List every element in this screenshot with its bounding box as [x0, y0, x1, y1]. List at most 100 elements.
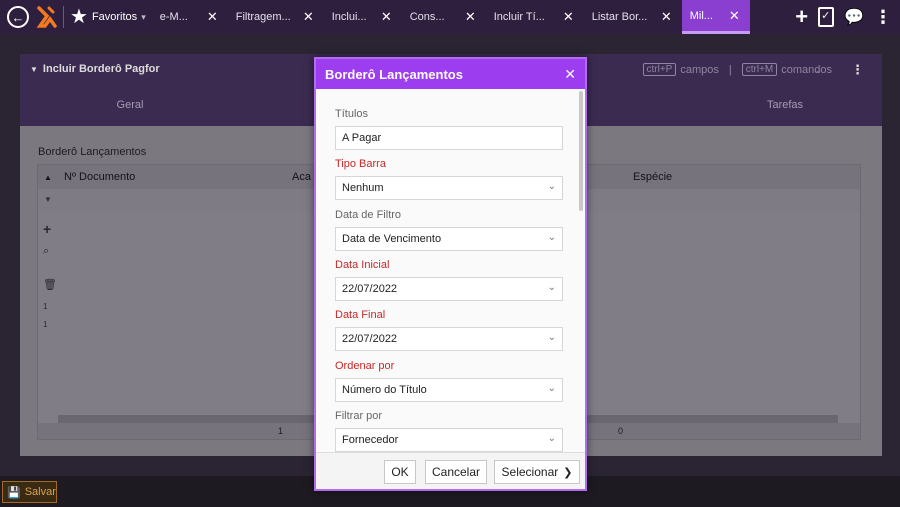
add-icon[interactable]: + — [43, 221, 51, 237]
field-value: A Pagar — [342, 132, 382, 144]
select-button[interactable]: Selecionar ❯ — [494, 460, 580, 484]
titulos-label: Títulos — [335, 108, 369, 120]
filtrar-por-label: Filtrar por — [335, 410, 383, 422]
favorites-label: Favoritos — [91, 11, 138, 23]
sort-up-icon[interactable]: ▲ — [44, 173, 52, 182]
close-icon[interactable]: ✕ — [207, 9, 218, 25]
tab-label: Listar Bor... — [591, 11, 648, 23]
button-label: OK — [391, 465, 409, 479]
field-value: Nenhum — [342, 182, 384, 194]
button-label: Cancelar — [431, 465, 481, 479]
column-header-documento[interactable]: Nº Documento — [64, 171, 135, 183]
ordenar-por-select[interactable]: Número do Título ⌄ — [335, 378, 563, 402]
shortcuts-hint: ctrl+P campos | ctrl+M comandos — [642, 63, 832, 76]
row-number: 1 — [43, 302, 48, 311]
data-filtro-select[interactable]: Data de Vencimento ⌄ — [335, 227, 563, 251]
field-value: Data de Vencimento — [342, 233, 442, 245]
favorites-menu[interactable]: ★ Favoritos ▾ — [70, 7, 146, 27]
search-icon[interactable]: ⌕ — [43, 245, 49, 258]
top-right-actions: + 💬 ⋮ — [795, 0, 900, 34]
trash-icon[interactable]: 🗑 — [43, 278, 57, 291]
tab-e-m[interactable]: e-M... ✕ — [152, 0, 228, 34]
close-icon[interactable]: ✕ — [564, 66, 576, 83]
chevron-down-icon[interactable]: ⌄ — [814, 65, 822, 76]
data-inicial-label: Data Inicial — [335, 259, 390, 271]
field-value: Número do Título — [342, 384, 427, 396]
app-logo-icon[interactable] — [36, 6, 57, 28]
tab-tarefas[interactable]: Tarefas — [710, 84, 860, 126]
chevron-down-icon: ⌄ — [547, 282, 556, 293]
tab-label: Incluir Tí... — [493, 11, 545, 23]
footer-value: 0 — [618, 426, 624, 436]
tab-filtragem[interactable]: Filtragem... ✕ — [228, 0, 324, 34]
save-button[interactable]: 💾 Salvar — [2, 481, 57, 503]
dialog-title: Borderô Lançamentos — [325, 66, 463, 82]
ordenar-por-label: Ordenar por — [335, 360, 395, 372]
shortcut-label: campos — [680, 63, 719, 76]
caret-down-icon[interactable]: ▼ — [44, 195, 52, 204]
field-value: 22/07/2022 — [342, 283, 398, 295]
dialog-header: Borderô Lançamentos ✕ — [316, 59, 585, 89]
dialog-body: Títulos A Pagar Tipo Barra Nenhum ⌄ Data… — [316, 89, 585, 452]
tab-strip: e-M... ✕ Filtragem... ✕ Inclui... ✕ Cons… — [152, 0, 750, 34]
data-filtro-label: Data de Filtro — [335, 209, 402, 221]
column-header-especie[interactable]: Espécie — [633, 171, 672, 183]
vertical-scrollbar[interactable] — [579, 91, 583, 211]
titulos-field[interactable]: A Pagar — [335, 126, 563, 150]
tab-label: Tarefas — [766, 99, 804, 111]
dialog-footer: OK Cancelar Selecionar ❯ — [316, 452, 585, 489]
close-icon[interactable]: ✕ — [381, 9, 392, 25]
tab-incluir-titulo[interactable]: Incluir Tí... ✕ — [486, 0, 584, 34]
shortcut-label: comandos — [781, 63, 832, 76]
data-final-field[interactable]: 22/07/2022 ⌄ — [335, 327, 563, 351]
cancel-button[interactable]: Cancelar — [425, 460, 487, 484]
tab-label: Filtragem... — [235, 11, 291, 23]
tab-label: Inclui... — [331, 11, 367, 23]
field-value: 22/07/2022 — [342, 333, 398, 345]
tipo-barra-select[interactable]: Nenhum ⌄ — [335, 176, 563, 200]
filtrar-por-select[interactable]: Fornecedor ⌄ — [335, 428, 563, 452]
close-icon[interactable]: ✕ — [465, 9, 476, 25]
field-value: Fornecedor — [342, 434, 399, 446]
chat-icon[interactable]: 💬 — [844, 7, 864, 27]
section-title: Borderô Lançamentos — [38, 146, 147, 158]
chevron-down-icon: ⌄ — [547, 232, 556, 243]
ok-button[interactable]: OK — [384, 460, 416, 484]
tipo-barra-label: Tipo Barra — [335, 158, 386, 170]
chevron-right-icon: ❯ — [563, 466, 573, 479]
button-label: Selecionar — [501, 465, 559, 479]
tab-label: Mil... — [689, 9, 713, 22]
tab-label: e-M... — [159, 11, 188, 23]
tab-geral[interactable]: Geral — [20, 84, 240, 126]
more-vertical-icon[interactable]: ⋮ — [874, 7, 892, 28]
close-icon[interactable]: ✕ — [303, 9, 314, 25]
star-icon: ★ — [70, 6, 88, 28]
row-number: 1 — [43, 320, 48, 329]
window-title: Incluir Borderô Pagfor — [42, 63, 160, 75]
clipboard-check-icon[interactable] — [818, 7, 835, 27]
column-header-aca[interactable]: Aca — [292, 171, 311, 183]
caret-down-icon[interactable]: ▼ — [30, 65, 38, 74]
close-icon[interactable]: ✕ — [729, 8, 740, 24]
chevron-down-icon: ⌄ — [547, 433, 556, 444]
divider: | — [728, 63, 732, 76]
tab-listar-bordero[interactable]: Listar Bor... ✕ — [584, 0, 682, 34]
tab-cons[interactable]: Cons... ✕ — [402, 0, 486, 34]
more-vertical-icon[interactable]: ⋮ — [851, 62, 864, 78]
tab-label: Cons... — [409, 11, 445, 23]
shortcut-key: ctrl+M — [741, 63, 778, 76]
chevron-down-icon: ⌄ — [547, 383, 556, 394]
back-arrow-icon[interactable]: ← — [7, 6, 29, 28]
plus-icon[interactable]: + — [795, 6, 808, 28]
save-label: Salvar — [24, 486, 56, 498]
data-inicial-field[interactable]: 22/07/2022 ⌄ — [335, 277, 563, 301]
divider — [63, 6, 64, 28]
tab-inclui[interactable]: Inclui... ✕ — [324, 0, 402, 34]
tab-mil-active[interactable]: Mil... ✕ — [681, 0, 750, 34]
chevron-down-icon: ⌄ — [547, 181, 556, 192]
top-bar: ← ★ Favoritos ▾ e-M... ✕ Filtragem... ✕ … — [0, 0, 900, 34]
chevron-down-icon: ▾ — [141, 11, 146, 22]
close-icon[interactable]: ✕ — [661, 9, 672, 25]
close-icon[interactable]: ✕ — [563, 9, 574, 25]
bordero-lancamentos-dialog: Borderô Lançamentos ✕ Títulos A Pagar Ti… — [314, 57, 587, 491]
